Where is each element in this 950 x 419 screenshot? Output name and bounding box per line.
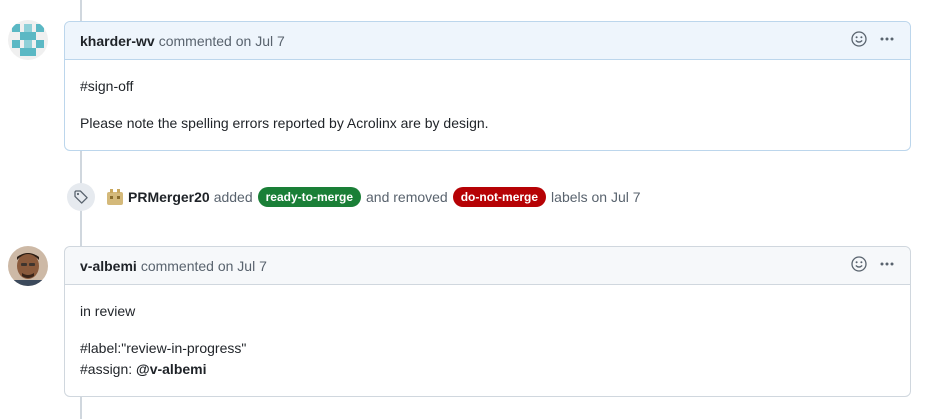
- comment-text: in review: [80, 303, 136, 319]
- label-badge-added[interactable]: ready-to-merge: [257, 187, 361, 207]
- tag-icon: [67, 183, 95, 211]
- kebab-horizontal-icon[interactable]: [879, 31, 895, 50]
- assign-command: #assign:: [80, 361, 133, 377]
- avatar[interactable]: [8, 20, 48, 60]
- bot-avatar[interactable]: [106, 188, 124, 206]
- user-mention[interactable]: @v-albemi: [136, 361, 206, 377]
- comment-text: #sign-off: [80, 78, 134, 94]
- comment-body: in review #label:"review-in-progress" #a…: [65, 285, 910, 396]
- label-command: #label:"review-in-progress": [80, 340, 247, 356]
- timeline-comment: kharder-wv commented on Jul 7 #sign-off …: [64, 21, 911, 151]
- event-text: added: [213, 189, 253, 205]
- event-text: labels on Jul 7: [551, 189, 641, 205]
- comment-author[interactable]: v-albemi: [80, 258, 137, 274]
- event-text: and removed: [366, 189, 448, 205]
- smiley-icon[interactable]: [851, 31, 867, 50]
- comment-header: kharder-wv commented on Jul 7: [65, 22, 910, 60]
- comment-author[interactable]: kharder-wv: [80, 33, 155, 49]
- comment-text: Please note the spelling errors reported…: [80, 115, 489, 131]
- avatar[interactable]: [8, 246, 48, 286]
- comment-timestamp[interactable]: commented on Jul 7: [159, 33, 285, 49]
- smiley-icon[interactable]: [851, 256, 867, 275]
- comment-text: #label:"review-in-progress" #assign: @v-…: [80, 338, 895, 380]
- kebab-horizontal-icon[interactable]: [879, 256, 895, 275]
- comment-body: #sign-off Please note the spelling error…: [65, 60, 910, 150]
- comment-header: v-albemi commented on Jul 7: [65, 247, 910, 285]
- label-event: PRMerger20 added ready-to-merge and remo…: [67, 181, 641, 213]
- event-actor[interactable]: PRMerger20: [128, 189, 210, 205]
- label-badge-removed[interactable]: do-not-merge: [452, 187, 547, 207]
- comment-timestamp[interactable]: commented on Jul 7: [141, 258, 267, 274]
- timeline-comment: v-albemi commented on Jul 7 in review #l…: [64, 246, 911, 397]
